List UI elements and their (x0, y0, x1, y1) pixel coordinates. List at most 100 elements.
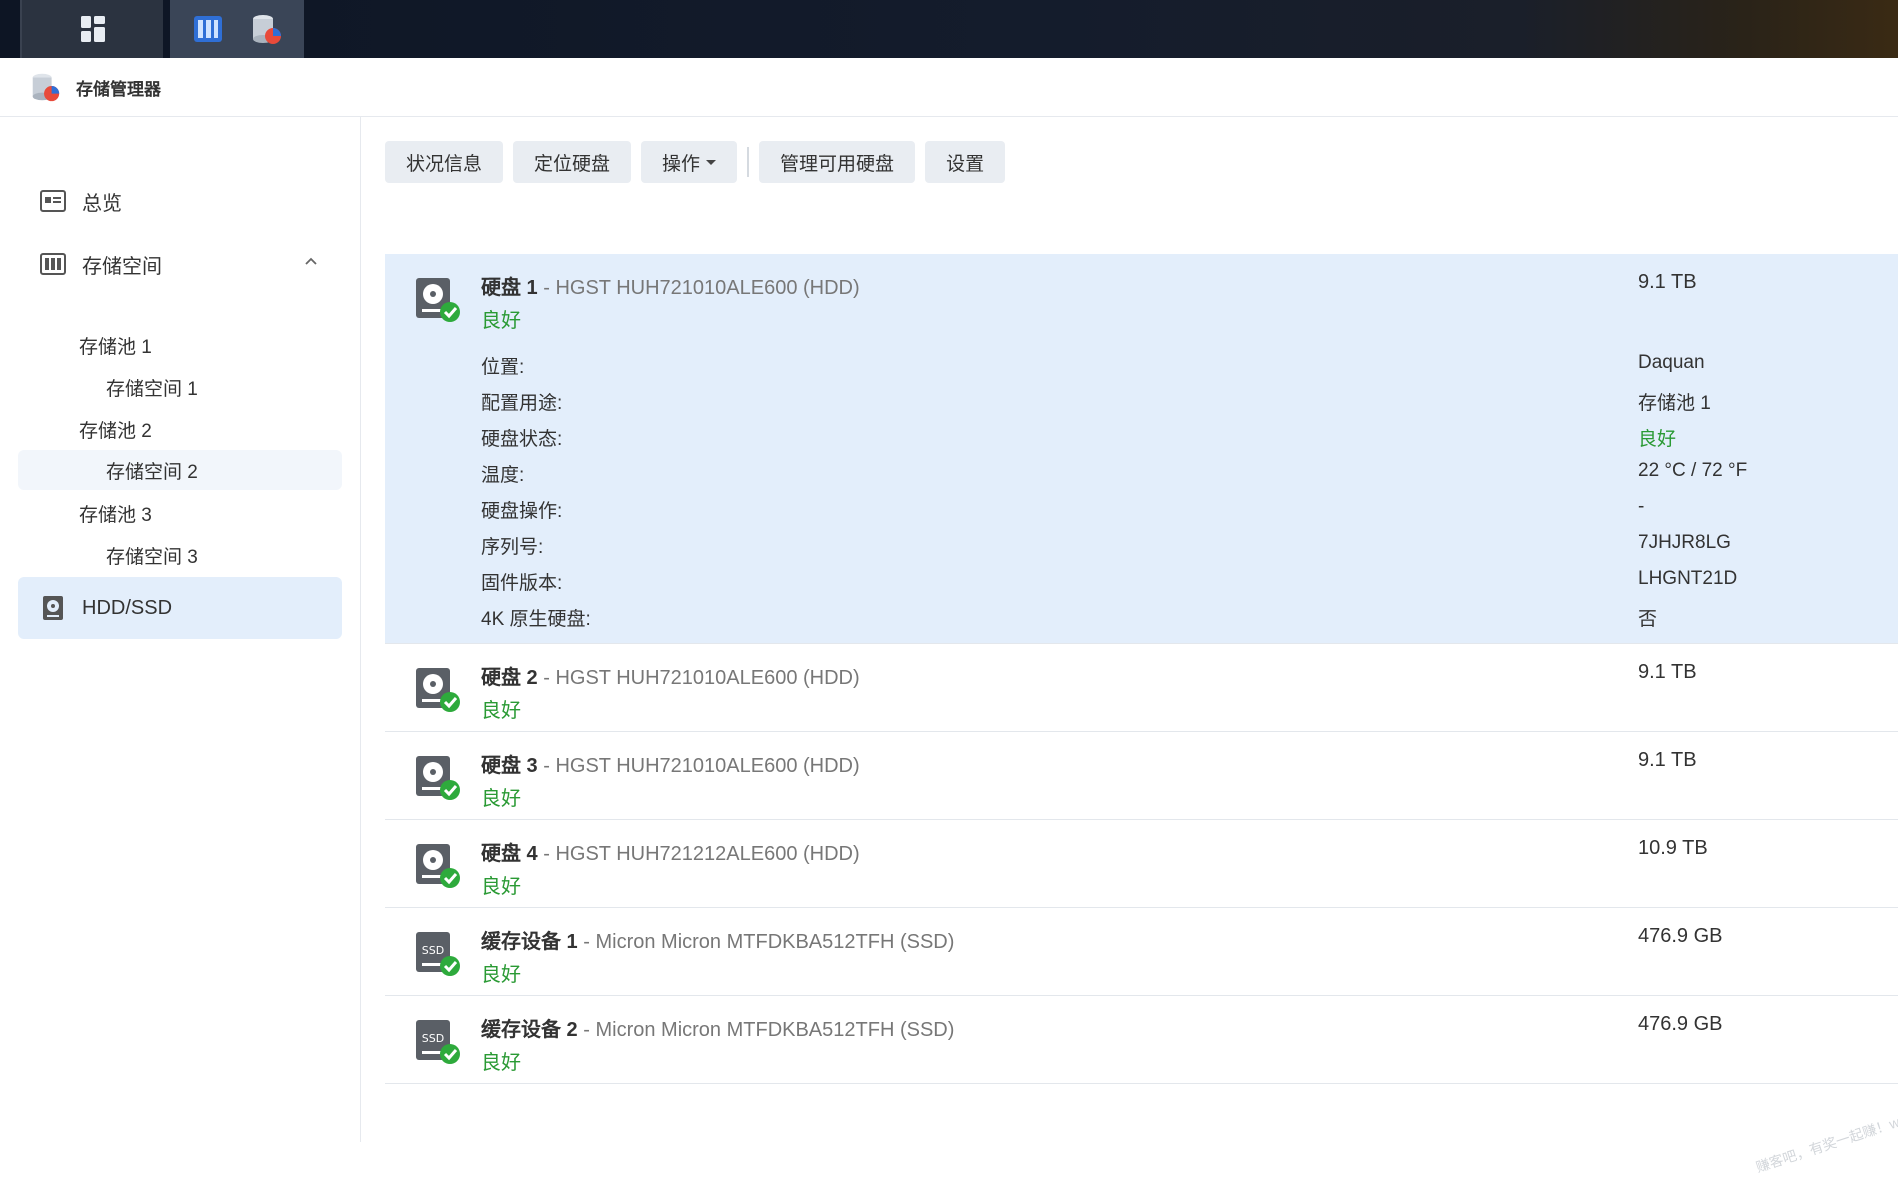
disk-row[interactable]: 硬盘 4 - HGST HUH721212ALE600 (HDD) 良好 10.… (385, 820, 1898, 908)
detail-value: 否 (1638, 609, 1658, 630)
ssd-status-icon: SSD (416, 932, 460, 976)
disk-row[interactable]: 硬盘 2 - HGST HUH721010ALE600 (HDD) 良好 9.1… (385, 644, 1898, 732)
sidebar-item-volume-2[interactable]: 存储空间 2 (18, 450, 342, 490)
sidebar-item-label: 总览 (82, 192, 122, 215)
disk-model: - Micron Micron MTFDKBA512TFH (SSD) (577, 1019, 955, 1041)
detail-value: - (1638, 496, 1645, 517)
disk-row[interactable]: 硬盘 3 - HGST HUH721010ALE600 (HDD) 良好 9.1… (385, 732, 1898, 820)
detail-value: LHGNT21D (1638, 568, 1738, 589)
sidebar-item-label: HDD/SSD (82, 596, 173, 619)
disk-label: 硬盘 2 (481, 667, 538, 689)
disk-status: 良好 (481, 876, 521, 898)
disk-size: 476.9 GB (1638, 1013, 1723, 1035)
detail-value: 良好 (1638, 429, 1677, 450)
storage-manager-icon[interactable] (248, 11, 284, 47)
detail-label: 硬盘状态: (481, 429, 563, 450)
sidebar-item-storage[interactable]: 存储空间 (18, 236, 342, 292)
disk-size: 9.1 TB (1638, 661, 1697, 683)
hdd-status-icon (416, 756, 460, 800)
disk-label: 缓存设备 1 (481, 931, 578, 953)
button-label: 定位硬盘 (534, 153, 611, 175)
button-label: 操作 (662, 153, 701, 175)
ssd-label-text: SSD (422, 944, 444, 957)
hdd-icon (43, 596, 63, 620)
toolbar-divider (747, 147, 750, 177)
hdd-status-icon (416, 278, 460, 322)
detail-value: 22 °C / 72 °F (1638, 460, 1748, 481)
sidebar-item-label: 存储空间 2 (106, 461, 198, 483)
detail-label: 4K 原生硬盘: (481, 609, 591, 630)
disk-name: 缓存设备 2 - Micron Micron MTFDKBA512TFH (SS… (481, 1013, 954, 1042)
disk-status: 良好 (481, 310, 521, 332)
sidebar-item-label: 存储空间 (82, 255, 162, 278)
hdd-status-icon (416, 668, 460, 712)
disk-size: 10.9 TB (1638, 837, 1708, 859)
app-icon[interactable] (190, 11, 226, 47)
sidebar-item-volume-1[interactable]: 存储空间 1 (106, 367, 198, 407)
button-label: 设置 (946, 153, 985, 175)
disk-label: 硬盘 4 (481, 843, 538, 865)
storage-manager-icon (32, 73, 60, 102)
disk-model: - Micron Micron MTFDKBA512TFH (SSD) (577, 931, 955, 953)
toolbar: 状况信息 定位硬盘 操作 管理可用硬盘 设置 (385, 141, 1015, 183)
disk-label: 硬盘 1 (481, 277, 538, 299)
action-dropdown-button[interactable]: 操作 (641, 141, 738, 183)
window-titlebar: 存储管理器 (0, 58, 1898, 117)
caret-down-icon (706, 159, 717, 165)
main-content: 状况信息 定位硬盘 操作 管理可用硬盘 设置 硬盘 1 - HGST HUH72… (385, 117, 1898, 1142)
disk-list: 硬盘 1 - HGST HUH721010ALE600 (HDD) 良好 9.1… (385, 254, 1898, 1084)
sidebar-item-pool-3[interactable]: 存储池 3 (79, 493, 152, 533)
disk-label: 硬盘 3 (481, 755, 538, 777)
detail-label: 固件版本: (481, 573, 563, 594)
storage-manager-window: 存储管理器 总览 存储空间 存储池 1 存储空间 1 存储池 2 存储空间 2 … (0, 58, 1898, 1175)
detail-value: 存储池 1 (1638, 393, 1711, 414)
manage-disks-button[interactable]: 管理可用硬盘 (759, 141, 916, 183)
button-label: 状况信息 (406, 153, 483, 175)
disk-name: 硬盘 3 - HGST HUH721010ALE600 (HDD) (481, 749, 860, 778)
disk-name: 缓存设备 1 - Micron Micron MTFDKBA512TFH (SS… (481, 925, 954, 954)
disk-label: 缓存设备 2 (481, 1019, 578, 1041)
disk-row[interactable]: SSD 缓存设备 1 - Micron Micron MTFDKBA512TFH… (385, 908, 1898, 996)
detail-value: 7JHJR8LG (1638, 532, 1731, 553)
sidebar-item-pool-1[interactable]: 存储池 1 (79, 325, 152, 365)
detail-label: 温度: (481, 465, 525, 486)
sidebar-item-volume-3[interactable]: 存储空间 3 (106, 535, 198, 575)
chevron-up-icon[interactable] (304, 254, 318, 268)
main-menu-button[interactable] (20, 0, 163, 58)
disk-model: - HGST HUH721010ALE600 (HDD) (537, 277, 860, 299)
sidebar-item-hdd-ssd[interactable]: HDD/SSD (18, 577, 342, 639)
disk-model: - HGST HUH721212ALE600 (HDD) (537, 843, 860, 865)
detail-label: 硬盘操作: (481, 501, 563, 522)
disk-status: 良好 (481, 700, 521, 722)
settings-button[interactable]: 设置 (925, 141, 1006, 183)
detail-value: Daquan (1638, 352, 1705, 373)
grid-icon (80, 16, 105, 42)
disk-name: 硬盘 4 - HGST HUH721212ALE600 (HDD) (481, 837, 860, 866)
ssd-label-text: SSD (422, 1032, 444, 1045)
detail-label: 序列号: (481, 537, 544, 558)
detail-label: 配置用途: (481, 393, 563, 414)
disk-row[interactable]: SSD 缓存设备 2 - Micron Micron MTFDKBA512TFH… (385, 996, 1898, 1084)
taskbar-apps (170, 0, 304, 58)
taskbar (0, 0, 1898, 58)
sidebar-item-overview[interactable]: 总览 (18, 173, 342, 229)
locate-disk-button[interactable]: 定位硬盘 (513, 141, 632, 183)
status-info-button[interactable]: 状况信息 (385, 141, 504, 183)
ssd-status-icon: SSD (416, 1020, 460, 1064)
disk-model: - HGST HUH721010ALE600 (HDD) (537, 667, 860, 689)
disk-size: 9.1 TB (1638, 749, 1697, 771)
storage-icon (40, 253, 66, 275)
window-title: 存储管理器 (76, 79, 161, 99)
disk-row[interactable]: 硬盘 1 - HGST HUH721010ALE600 (HDD) 良好 9.1… (385, 254, 1898, 644)
hdd-status-icon (416, 844, 460, 888)
disk-size: 476.9 GB (1638, 925, 1723, 947)
sidebar-item-pool-2[interactable]: 存储池 2 (79, 409, 152, 449)
disk-model: - HGST HUH721010ALE600 (HDD) (537, 755, 860, 777)
detail-label: 位置: (481, 357, 525, 378)
overview-icon (40, 190, 66, 212)
button-label: 管理可用硬盘 (780, 153, 895, 175)
disk-size: 9.1 TB (1638, 271, 1697, 293)
disk-name: 硬盘 2 - HGST HUH721010ALE600 (HDD) (481, 661, 860, 690)
sidebar: 总览 存储空间 存储池 1 存储空间 1 存储池 2 存储空间 2 存储池 3 … (0, 117, 361, 1142)
disk-name: 硬盘 1 - HGST HUH721010ALE600 (HDD) (481, 271, 860, 300)
